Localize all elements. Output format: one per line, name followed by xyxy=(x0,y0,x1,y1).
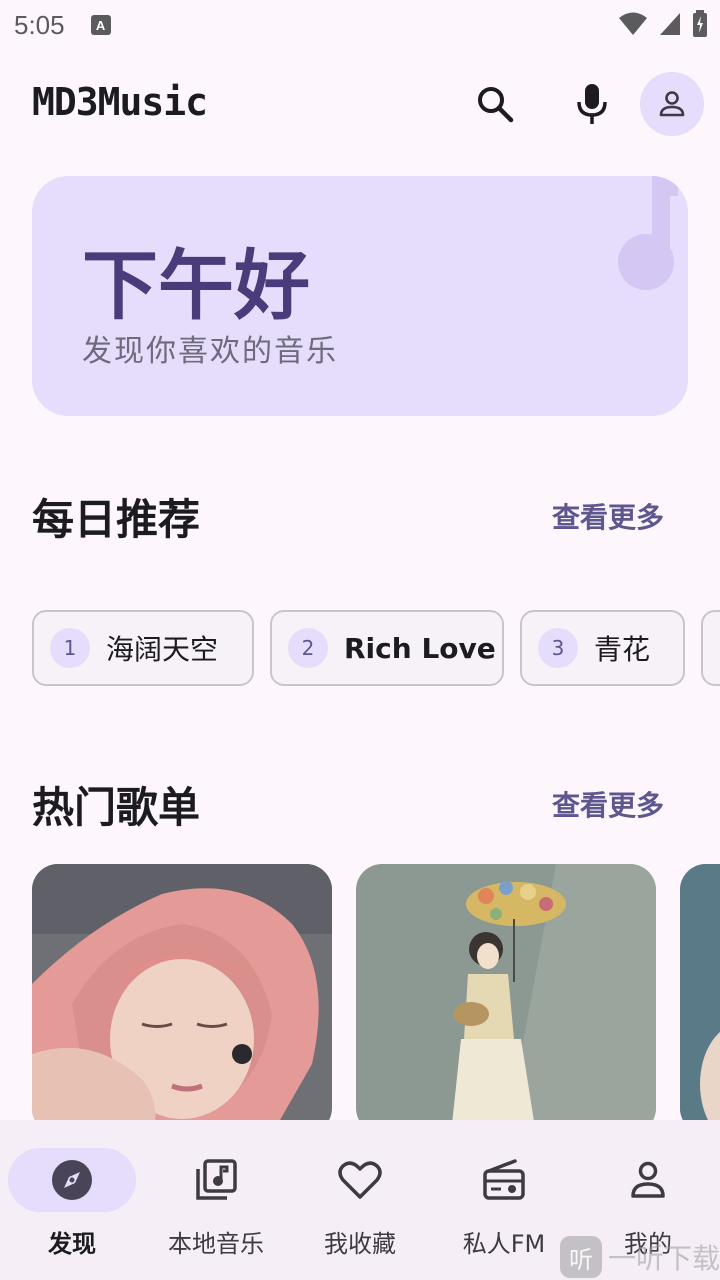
account-button[interactable] xyxy=(640,72,704,136)
top-app-bar: MD3Music xyxy=(0,70,720,140)
playlist-cover[interactable] xyxy=(32,864,332,1120)
playlist-cover[interactable] xyxy=(680,864,720,1120)
status-bar: 5:05 A xyxy=(0,0,720,50)
library-music-icon xyxy=(194,1158,238,1202)
person-icon xyxy=(626,1158,670,1202)
daily-see-more-link[interactable]: 查看更多 xyxy=(552,496,664,536)
wifi-icon xyxy=(619,12,647,35)
watermark-text: 一听下载 xyxy=(608,1242,720,1275)
pink-hair-portrait-image xyxy=(32,864,332,1120)
battery-icon xyxy=(693,10,707,37)
song-rank: 2 xyxy=(288,628,328,668)
greeting-card: 下午好 发现你喜欢的音乐 xyxy=(32,176,688,416)
song-name: Rich Love xyxy=(344,631,496,665)
song-chip[interactable]: 1 海阔天空 xyxy=(32,610,254,686)
song-rank: 3 xyxy=(538,628,578,668)
nav-item-discover[interactable]: 发现 xyxy=(0,1148,144,1268)
notification-app-icon: A xyxy=(90,15,111,35)
song-rank: 1 xyxy=(50,628,90,668)
music-note-icon xyxy=(618,176,678,290)
greeting-subtitle: 发现你喜欢的音乐 xyxy=(82,334,338,369)
daily-section-title: 每日推荐 xyxy=(32,495,201,544)
nav-item-local-music[interactable]: 本地音乐 xyxy=(144,1148,288,1268)
nav-item-favorites[interactable]: 我收藏 xyxy=(288,1148,432,1268)
status-indicators xyxy=(618,10,708,38)
nav-label: 本地音乐 xyxy=(168,1230,264,1258)
umbrella-girl-illustration xyxy=(356,864,656,1120)
daily-songs-row: 1 海阔天空 2 Rich Love 3 青花 xyxy=(32,610,720,686)
radio-icon xyxy=(482,1158,526,1202)
nav-item-personal-fm[interactable]: 私人FM xyxy=(432,1148,576,1268)
hot-section-title: 热门歌单 xyxy=(32,783,201,832)
nav-label: 我收藏 xyxy=(324,1230,396,1258)
compass-icon xyxy=(50,1158,94,1202)
heart-icon xyxy=(338,1158,382,1202)
song-chip[interactable]: 3 青花 xyxy=(520,610,685,686)
search-button[interactable] xyxy=(463,72,527,136)
song-name: 青花 xyxy=(594,633,651,666)
app-title: MD3Music xyxy=(32,80,208,124)
greeting-title: 下午好 xyxy=(82,241,310,330)
song-chip[interactable]: 2 Rich Love xyxy=(270,610,504,686)
voice-search-button[interactable] xyxy=(560,72,624,136)
song-chip[interactable] xyxy=(701,610,720,686)
watermark: 听 一听下载 xyxy=(560,1236,720,1278)
status-time: 5:05 xyxy=(14,9,65,40)
hot-playlists-row xyxy=(32,864,720,1120)
cell-signal-icon xyxy=(660,13,680,35)
playlist-cover-image xyxy=(680,864,720,1120)
watermark-logo: 听 xyxy=(560,1236,602,1278)
hot-see-more-link[interactable]: 查看更多 xyxy=(552,784,664,824)
nav-label: 发现 xyxy=(48,1230,96,1258)
nav-label: 私人FM xyxy=(462,1230,546,1258)
playlist-cover[interactable] xyxy=(356,864,656,1120)
microphone-icon xyxy=(577,84,607,124)
search-icon xyxy=(478,87,514,123)
song-name: 海阔天空 xyxy=(106,633,219,666)
person-icon xyxy=(659,91,685,117)
